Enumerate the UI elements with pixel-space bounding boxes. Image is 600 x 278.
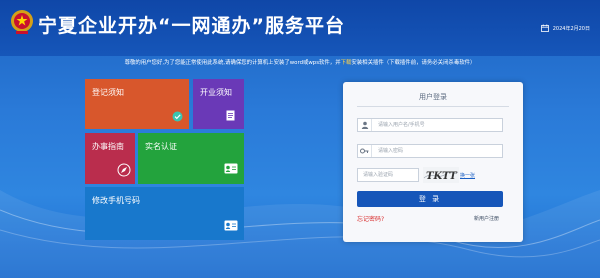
tile-change-phone[interactable]: 修改手机号码 <box>85 187 244 240</box>
refresh-captcha-link[interactable]: 换一张 <box>460 172 475 179</box>
login-divider <box>357 106 509 107</box>
tile-opening-notice[interactable]: 开业须知 <box>193 79 244 129</box>
national-emblem-icon <box>11 10 33 34</box>
download-link[interactable]: 下载 <box>341 60 352 66</box>
username-input[interactable] <box>372 119 492 131</box>
captcha-field[interactable] <box>357 168 419 182</box>
tile-service-guide[interactable]: 办事指南 <box>85 133 135 184</box>
date-display: 2024年2月20日 <box>540 24 590 32</box>
password-input[interactable] <box>372 145 492 157</box>
compass-icon <box>117 163 131 177</box>
current-date: 2024年2月20日 <box>552 25 590 32</box>
document-icon <box>226 110 235 121</box>
forgot-password-link[interactable]: 忘记密码? <box>357 214 384 223</box>
tile-opening-label: 开业须知 <box>200 88 232 97</box>
username-field[interactable] <box>357 118 503 132</box>
tile-registration-notice[interactable]: 登记须知 <box>85 79 189 129</box>
login-panel: 用户登录 TKTT 换一张 登 录 忘记密码? 新用户注册 <box>343 82 523 242</box>
notice-part-1: 尊敬的用户您好,为了您能正常使用此系统,请确保您的计算机上安装了word或wps… <box>124 60 341 66</box>
id-card-icon <box>224 163 238 174</box>
tile-phone-label: 修改手机号码 <box>92 196 140 205</box>
login-title: 用户登录 <box>419 93 447 101</box>
captcha-text: TKTT <box>426 171 458 182</box>
notice-text: 尊敬的用户您好,为了您能正常使用此系统,请确保您的计算机上安装了word或wps… <box>0 58 600 66</box>
tile-auth-label: 实名认证 <box>145 142 177 151</box>
page-title: 宁夏企业开办“一网通办”服务平台 <box>38 15 345 37</box>
user-icon <box>358 119 372 131</box>
key-icon <box>358 145 372 157</box>
tile-real-name-auth[interactable]: 实名认证 <box>138 133 244 184</box>
tile-guide-label: 办事指南 <box>92 142 124 151</box>
calendar-icon <box>540 24 549 32</box>
tile-registration-label: 登记须知 <box>92 88 124 97</box>
document-check-icon <box>172 111 183 122</box>
header-bar: 宁夏企业开办“一网通办”服务平台 2024年2月20日 <box>0 0 600 56</box>
id-card-icon <box>224 220 238 231</box>
captcha-image[interactable]: TKTT <box>423 167 459 183</box>
notice-part-2: 安装相关插件（下载插件前，请务必关闭杀毒软件） <box>351 60 476 66</box>
captcha-input[interactable] <box>358 169 416 181</box>
password-field[interactable] <box>357 144 503 158</box>
register-link[interactable]: 新用户注册 <box>474 215 499 222</box>
login-button[interactable]: 登 录 <box>357 191 503 207</box>
